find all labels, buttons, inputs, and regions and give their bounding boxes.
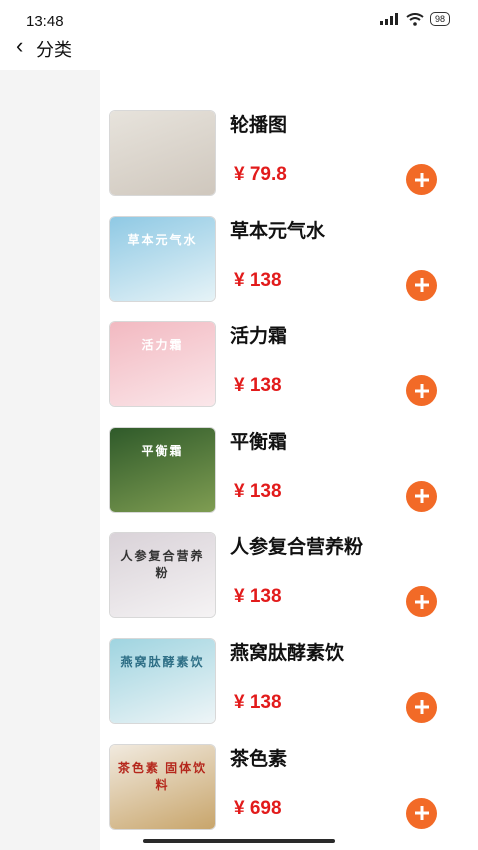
product-item[interactable]: 茶色素 固体饮料 茶色素 ¥ 698 <box>100 734 478 840</box>
product-name: 茶色素 <box>230 748 288 770</box>
thumbnail-image <box>110 638 215 723</box>
signal-icon <box>379 13 398 25</box>
product-thumbnail[interactable]: 人参复合营养粉 <box>109 532 216 619</box>
add-to-cart-button[interactable] <box>406 164 437 195</box>
product-price: ¥ 138 <box>234 375 282 397</box>
product-price: ¥ 138 <box>234 269 282 291</box>
product-price: ¥ 698 <box>234 797 282 819</box>
thumbnail-caption: 人参复合营养粉 <box>120 549 205 581</box>
back-arrow-icon[interactable]: ‹ <box>16 34 23 58</box>
add-to-cart-button[interactable] <box>406 691 437 723</box>
nav-bar: ‹ 分类 <box>0 30 478 64</box>
thumbnail-caption: 草本元气水 <box>127 232 198 247</box>
product-thumbnail[interactable]: 草本元气水 <box>109 215 216 302</box>
product-thumbnail[interactable]: 活力霜 <box>109 321 216 408</box>
product-name: 燕窝肽酵素饮 <box>230 642 345 664</box>
status-time: 13:48 <box>26 13 64 30</box>
product-item[interactable]: 燕窝肽酵素饮 燕窝肽酵素饮 ¥ 138 <box>100 628 478 734</box>
add-to-cart-button[interactable] <box>406 375 437 407</box>
thumbnail-image <box>110 111 215 195</box>
product-item[interactable]: 人参复合营养粉 人参复合营养粉 ¥ 138 <box>100 522 478 628</box>
product-thumbnail[interactable] <box>109 110 216 196</box>
home-indicator[interactable] <box>143 839 335 843</box>
product-item[interactable]: 草本元气水 草本元气水 ¥ 138 <box>100 206 478 312</box>
thumbnail-image <box>110 216 215 301</box>
product-name: 轮播图 <box>230 115 288 136</box>
thumbnail-caption: 活力霜 <box>141 338 184 353</box>
status-icons: 98 <box>379 12 450 26</box>
product-price: ¥ 138 <box>234 586 282 608</box>
product-price: ¥ 138 <box>234 480 282 502</box>
category-sidebar[interactable] <box>0 70 100 850</box>
product-name: 草本元气水 <box>230 220 326 242</box>
product-thumbnail[interactable]: 燕窝肽酵素饮 <box>109 637 216 724</box>
product-name: 人参复合营养粉 <box>230 537 364 559</box>
product-item[interactable]: 平衡霜 平衡霜 ¥ 138 <box>100 417 478 523</box>
product-thumbnail[interactable]: 茶色素 固体饮料 <box>109 743 216 830</box>
product-price: ¥ 79.8 <box>234 164 287 185</box>
thumbnail-caption: 平衡霜 <box>141 443 184 458</box>
product-name: 活力霜 <box>230 326 288 348</box>
thumbnail-caption: 燕窝肽酵素饮 <box>120 654 205 669</box>
battery-icon: 98 <box>429 12 450 26</box>
add-to-cart-button[interactable] <box>406 269 437 301</box>
thumbnail-image <box>110 322 215 407</box>
product-name: 平衡霜 <box>230 431 288 453</box>
product-item[interactable]: 活力霜 活力霜 ¥ 138 <box>100 311 478 417</box>
thumbnail-image <box>110 427 215 512</box>
product-list: 轮播图 ¥ 79.8 草本元气水 草本元气水 ¥ 138 活力霜 活力霜 ¥ 1… <box>100 100 478 839</box>
wifi-icon <box>406 12 424 26</box>
product-item[interactable]: 轮播图 ¥ 79.8 <box>100 100 478 206</box>
product-thumbnail[interactable]: 平衡霜 <box>109 426 216 513</box>
add-to-cart-button[interactable] <box>406 480 437 512</box>
product-price: ¥ 138 <box>234 691 282 713</box>
page-title: 分类 <box>36 40 72 60</box>
thumbnail-caption: 茶色素 固体饮料 <box>117 760 208 792</box>
add-to-cart-button[interactable] <box>406 797 437 829</box>
add-to-cart-button[interactable] <box>406 586 437 618</box>
status-bar: 13:48 98 <box>0 0 478 30</box>
